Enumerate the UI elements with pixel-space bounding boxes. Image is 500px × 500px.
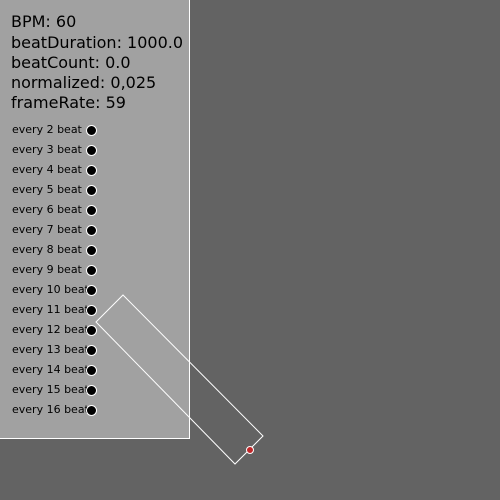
pendulum-rectangle: [95, 294, 264, 465]
sketch-canvas: BPM: 60 beatDuration: 1000.0 beatCount: …: [0, 0, 500, 500]
pendulum-marker: [246, 446, 254, 454]
pendulum-arm: [95, 294, 264, 465]
